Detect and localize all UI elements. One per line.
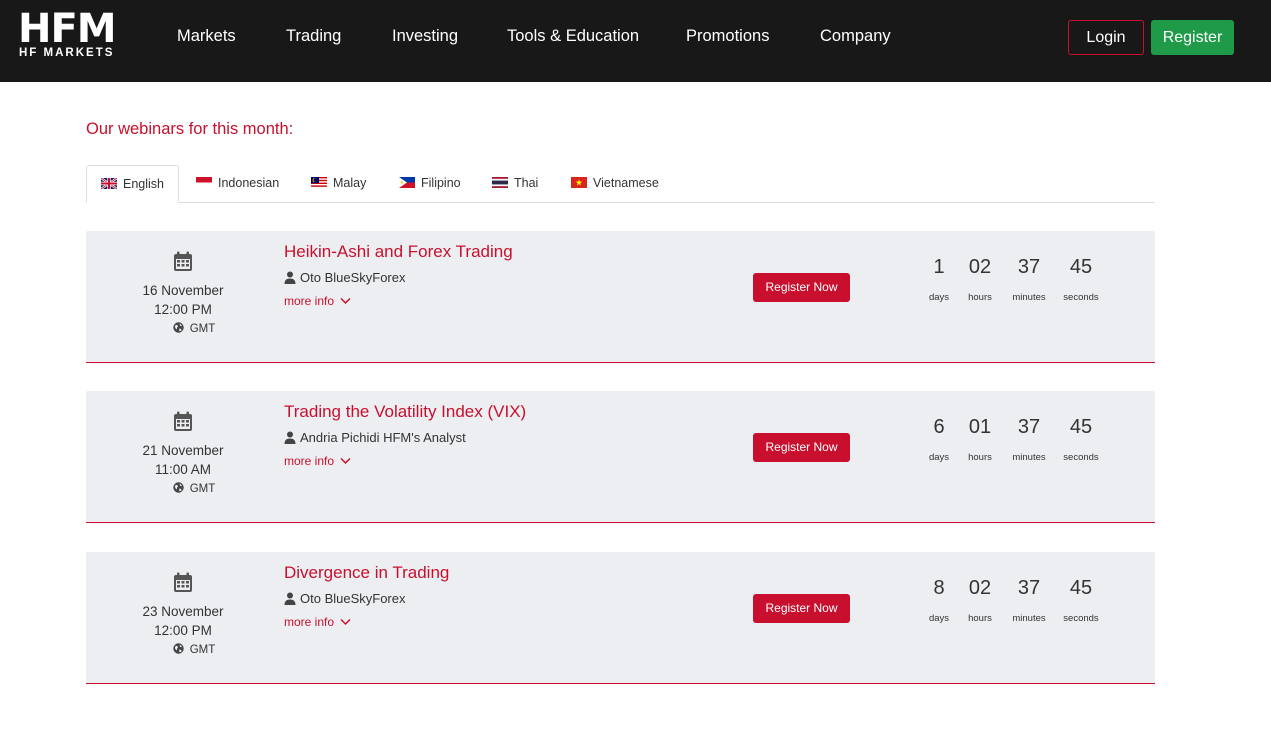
webinar-time: 12:00 PM: [154, 623, 212, 638]
more-info-link[interactable]: more info: [284, 454, 351, 468]
countdown-minutes: 37: [1017, 256, 1041, 278]
countdown-seconds-label: seconds: [1063, 292, 1099, 303]
calendar-icon: [174, 251, 192, 271]
tab-indonesian[interactable]: Indonesian: [196, 165, 279, 203]
countdown-seconds: 45: [1069, 577, 1093, 599]
countdown-hours-label: hours: [968, 292, 992, 303]
countdown-minutes-label: minutes: [1012, 452, 1046, 463]
presenter-name: Oto BlueSkyForex: [300, 270, 406, 285]
person-icon: [284, 431, 296, 444]
webinar-date: 23 November: [142, 604, 224, 619]
logo-text: HFM: [18, 6, 117, 52]
nav-tools-education[interactable]: Tools & Education: [507, 27, 639, 46]
logo-subtitle: HF MARKETS: [19, 47, 115, 59]
countdown-minutes: 37: [1017, 416, 1041, 438]
tab-vietnamese[interactable]: Vietnamese: [571, 165, 659, 203]
timezone-label: GMT: [189, 483, 216, 495]
globe-icon: [173, 643, 184, 654]
countdown-seconds: 45: [1069, 416, 1093, 438]
countdown-minutes: 37: [1017, 577, 1041, 599]
tab-label: Malay: [333, 176, 367, 190]
webinar-title[interactable]: Heikin-Ashi and Forex Trading: [284, 242, 513, 262]
nav-promotions[interactable]: Promotions: [686, 27, 769, 46]
section-title: Our webinars for this month:: [86, 120, 294, 138]
register-now-button[interactable]: Register Now: [753, 433, 850, 462]
presenter-name: Andria Pichidi HFM's Analyst: [300, 430, 466, 445]
language-tabs: English Indonesian Malay Filipino Thai V…: [86, 165, 1155, 203]
webinar-card: 21 November 11:00 AM GMT Trading the Vol…: [86, 391, 1155, 523]
more-info-link[interactable]: more info: [284, 615, 351, 629]
countdown-hours: 02: [968, 256, 992, 278]
more-info-link[interactable]: more info: [284, 294, 351, 308]
countdown-hours: 02: [968, 577, 992, 599]
webinar-title[interactable]: Trading the Volatility Index (VIX): [284, 402, 526, 422]
tab-label: English: [123, 177, 164, 191]
tab-label: Vietnamese: [593, 176, 659, 190]
webinar-timezone: GMT: [86, 482, 302, 495]
webinar-timezone: GMT: [86, 643, 302, 656]
person-icon: [284, 271, 296, 284]
register-button[interactable]: Register: [1151, 20, 1234, 55]
hfm-logo[interactable]: HFM HF MARKETS: [18, 7, 128, 59]
countdown-hours-label: hours: [968, 613, 992, 624]
more-info-label: more info: [284, 454, 335, 468]
webinar-date: 16 November: [142, 283, 224, 298]
malaysia-flag-icon: [311, 177, 327, 188]
chevron-down-icon: [340, 297, 351, 305]
tab-english[interactable]: English: [86, 165, 179, 203]
countdown-seconds-label: seconds: [1063, 452, 1099, 463]
top-navigation-bar: HFM HF MARKETS Markets Trading Investing…: [0, 0, 1271, 82]
tab-filipino[interactable]: Filipino: [399, 165, 461, 203]
webinar-presenter: Andria Pichidi HFM's Analyst: [284, 430, 466, 445]
countdown-minutes-label: minutes: [1012, 292, 1046, 303]
uk-flag-icon: [101, 178, 117, 189]
webinar-card: 16 November 12:00 PM GMT Heikin-Ashi and…: [86, 231, 1155, 363]
webinar-time: 12:00 PM: [154, 302, 212, 317]
webinar-title[interactable]: Divergence in Trading: [284, 563, 449, 583]
presenter-name: Oto BlueSkyForex: [300, 591, 406, 606]
webinar-date: 21 November: [142, 443, 224, 458]
calendar-icon: [174, 572, 192, 592]
more-info-label: more info: [284, 294, 335, 308]
nav-company[interactable]: Company: [820, 27, 891, 46]
tab-label: Thai: [514, 176, 539, 190]
nav-investing[interactable]: Investing: [392, 27, 458, 46]
chevron-down-icon: [340, 618, 351, 626]
login-button[interactable]: Login: [1068, 20, 1144, 55]
countdown-seconds-label: seconds: [1063, 613, 1099, 624]
webinar-presenter: Oto BlueSkyForex: [284, 591, 406, 606]
calendar-icon: [174, 411, 192, 431]
tab-malay[interactable]: Malay: [311, 165, 366, 203]
webinar-timezone: GMT: [86, 322, 302, 335]
tab-label: Filipino: [421, 176, 461, 190]
thailand-flag-icon: [492, 177, 508, 188]
register-now-button[interactable]: Register Now: [753, 594, 850, 623]
nav-markets[interactable]: Markets: [177, 27, 236, 46]
globe-icon: [173, 482, 184, 493]
indonesia-flag-icon: [196, 177, 212, 188]
countdown-seconds: 45: [1069, 256, 1093, 278]
countdown-hours: 01: [968, 416, 992, 438]
tab-label: Indonesian: [218, 176, 280, 190]
chevron-down-icon: [340, 457, 351, 465]
tab-thai[interactable]: Thai: [492, 165, 538, 203]
register-now-button[interactable]: Register Now: [753, 273, 850, 302]
person-icon: [284, 592, 296, 605]
webinar-card: 23 November 12:00 PM GMT Divergence in T…: [86, 552, 1155, 684]
timezone-label: GMT: [189, 323, 216, 335]
more-info-label: more info: [284, 615, 335, 629]
vietnam-flag-icon: [571, 177, 587, 188]
countdown-minutes-label: minutes: [1012, 613, 1046, 624]
countdown-hours-label: hours: [968, 452, 992, 463]
philippines-flag-icon: [399, 177, 415, 188]
webinar-time: 11:00 AM: [154, 462, 212, 477]
timezone-label: GMT: [189, 644, 216, 656]
nav-trading[interactable]: Trading: [286, 27, 341, 46]
webinar-presenter: Oto BlueSkyForex: [284, 270, 406, 285]
globe-icon: [173, 322, 184, 333]
